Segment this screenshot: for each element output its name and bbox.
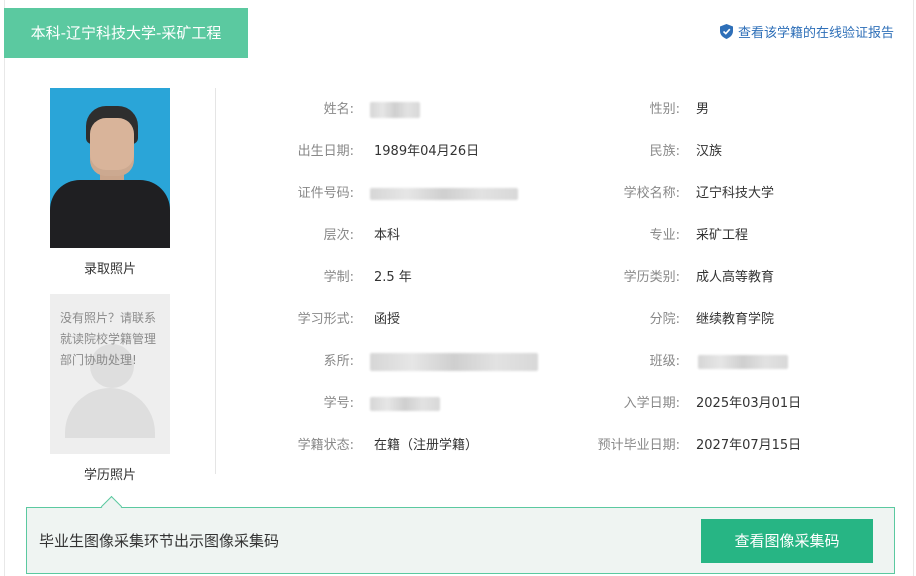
education-photo-label: 学历照片 [83,468,136,483]
record-title-tab: 本科-辽宁科技大学-采矿工程 [4,8,248,58]
study-form-value: 函授 [374,312,401,327]
edu-type-label: 学历类别: [623,270,680,285]
birth-value: 1989年04月26日 [374,144,480,159]
status-label: 学籍状态: [297,438,354,453]
image-code-banner-text: 毕业生图像采集环节出示图像采集码 [39,532,280,550]
branch-label: 分院: [649,312,680,327]
gender-label: 性别: [649,102,680,117]
id-number-value-redacted [370,187,518,200]
status-value: 在籍（注册学籍） [374,438,479,453]
admission-photo [50,88,170,248]
major-label: 专业: [649,228,680,243]
photo-column: 录取照片 没有照片？请联系就读院校学籍管理部门协助处理! 学历照片 [50,88,170,483]
shield-icon [719,24,733,39]
student-no-label: 学号: [323,396,354,411]
department-value-redacted [370,352,538,371]
grad-date-value: 2027年07月15日 [696,438,802,453]
department-label: 系所: [323,354,354,369]
edu-type-value: 成人高等教育 [696,270,775,285]
school-label: 学校名称: [623,186,680,201]
ethnicity-value: 汉族 [696,144,723,159]
name-label: 姓名: [323,102,354,117]
name-value [370,100,420,120]
duration-label: 学制: [323,270,354,285]
view-image-code-button[interactable]: 查看图像采集码 [701,519,873,563]
enroll-date-value: 2025年03月01日 [696,396,802,411]
student-no-value [370,394,440,414]
school-value: 辽宁科技大学 [696,186,775,201]
duration-value: 2.5 年 [374,270,412,285]
column-divider [215,88,216,474]
student-no-value-redacted [370,396,440,411]
branch-value: 继续教育学院 [696,312,775,327]
admission-photo-label: 录取照片 [83,262,136,277]
class-value [698,352,788,372]
study-form-label: 学习形式: [297,312,354,327]
department-value [370,352,538,372]
level-label: 层次: [323,228,354,243]
ethnicity-label: 民族: [649,144,680,159]
no-photo-message: 没有照片？请联系就读院校学籍管理部门协助处理! [60,311,157,367]
class-value-redacted [698,354,788,369]
gender-value: 男 [696,102,710,117]
id-number-value [370,184,518,204]
verify-report-link-label: 查看该学籍的在线验证报告 [737,26,894,41]
major-value: 采矿工程 [696,228,749,243]
image-code-banner: 毕业生图像采集环节出示图像采集码 查看图像采集码 [26,507,895,574]
enroll-date-label: 入学日期: [623,396,680,411]
education-photo-placeholder: 没有照片？请联系就读院校学籍管理部门协助处理! [50,294,170,454]
birth-label: 出生日期: [297,144,354,159]
verify-report-link[interactable]: 查看该学籍的在线验证报告 [719,22,894,41]
level-value: 本科 [374,228,401,243]
name-value-redacted [370,101,420,118]
class-label: 班级: [649,354,680,369]
id-number-label: 证件号码: [297,186,354,201]
grad-date-label: 预计毕业日期: [597,438,680,453]
